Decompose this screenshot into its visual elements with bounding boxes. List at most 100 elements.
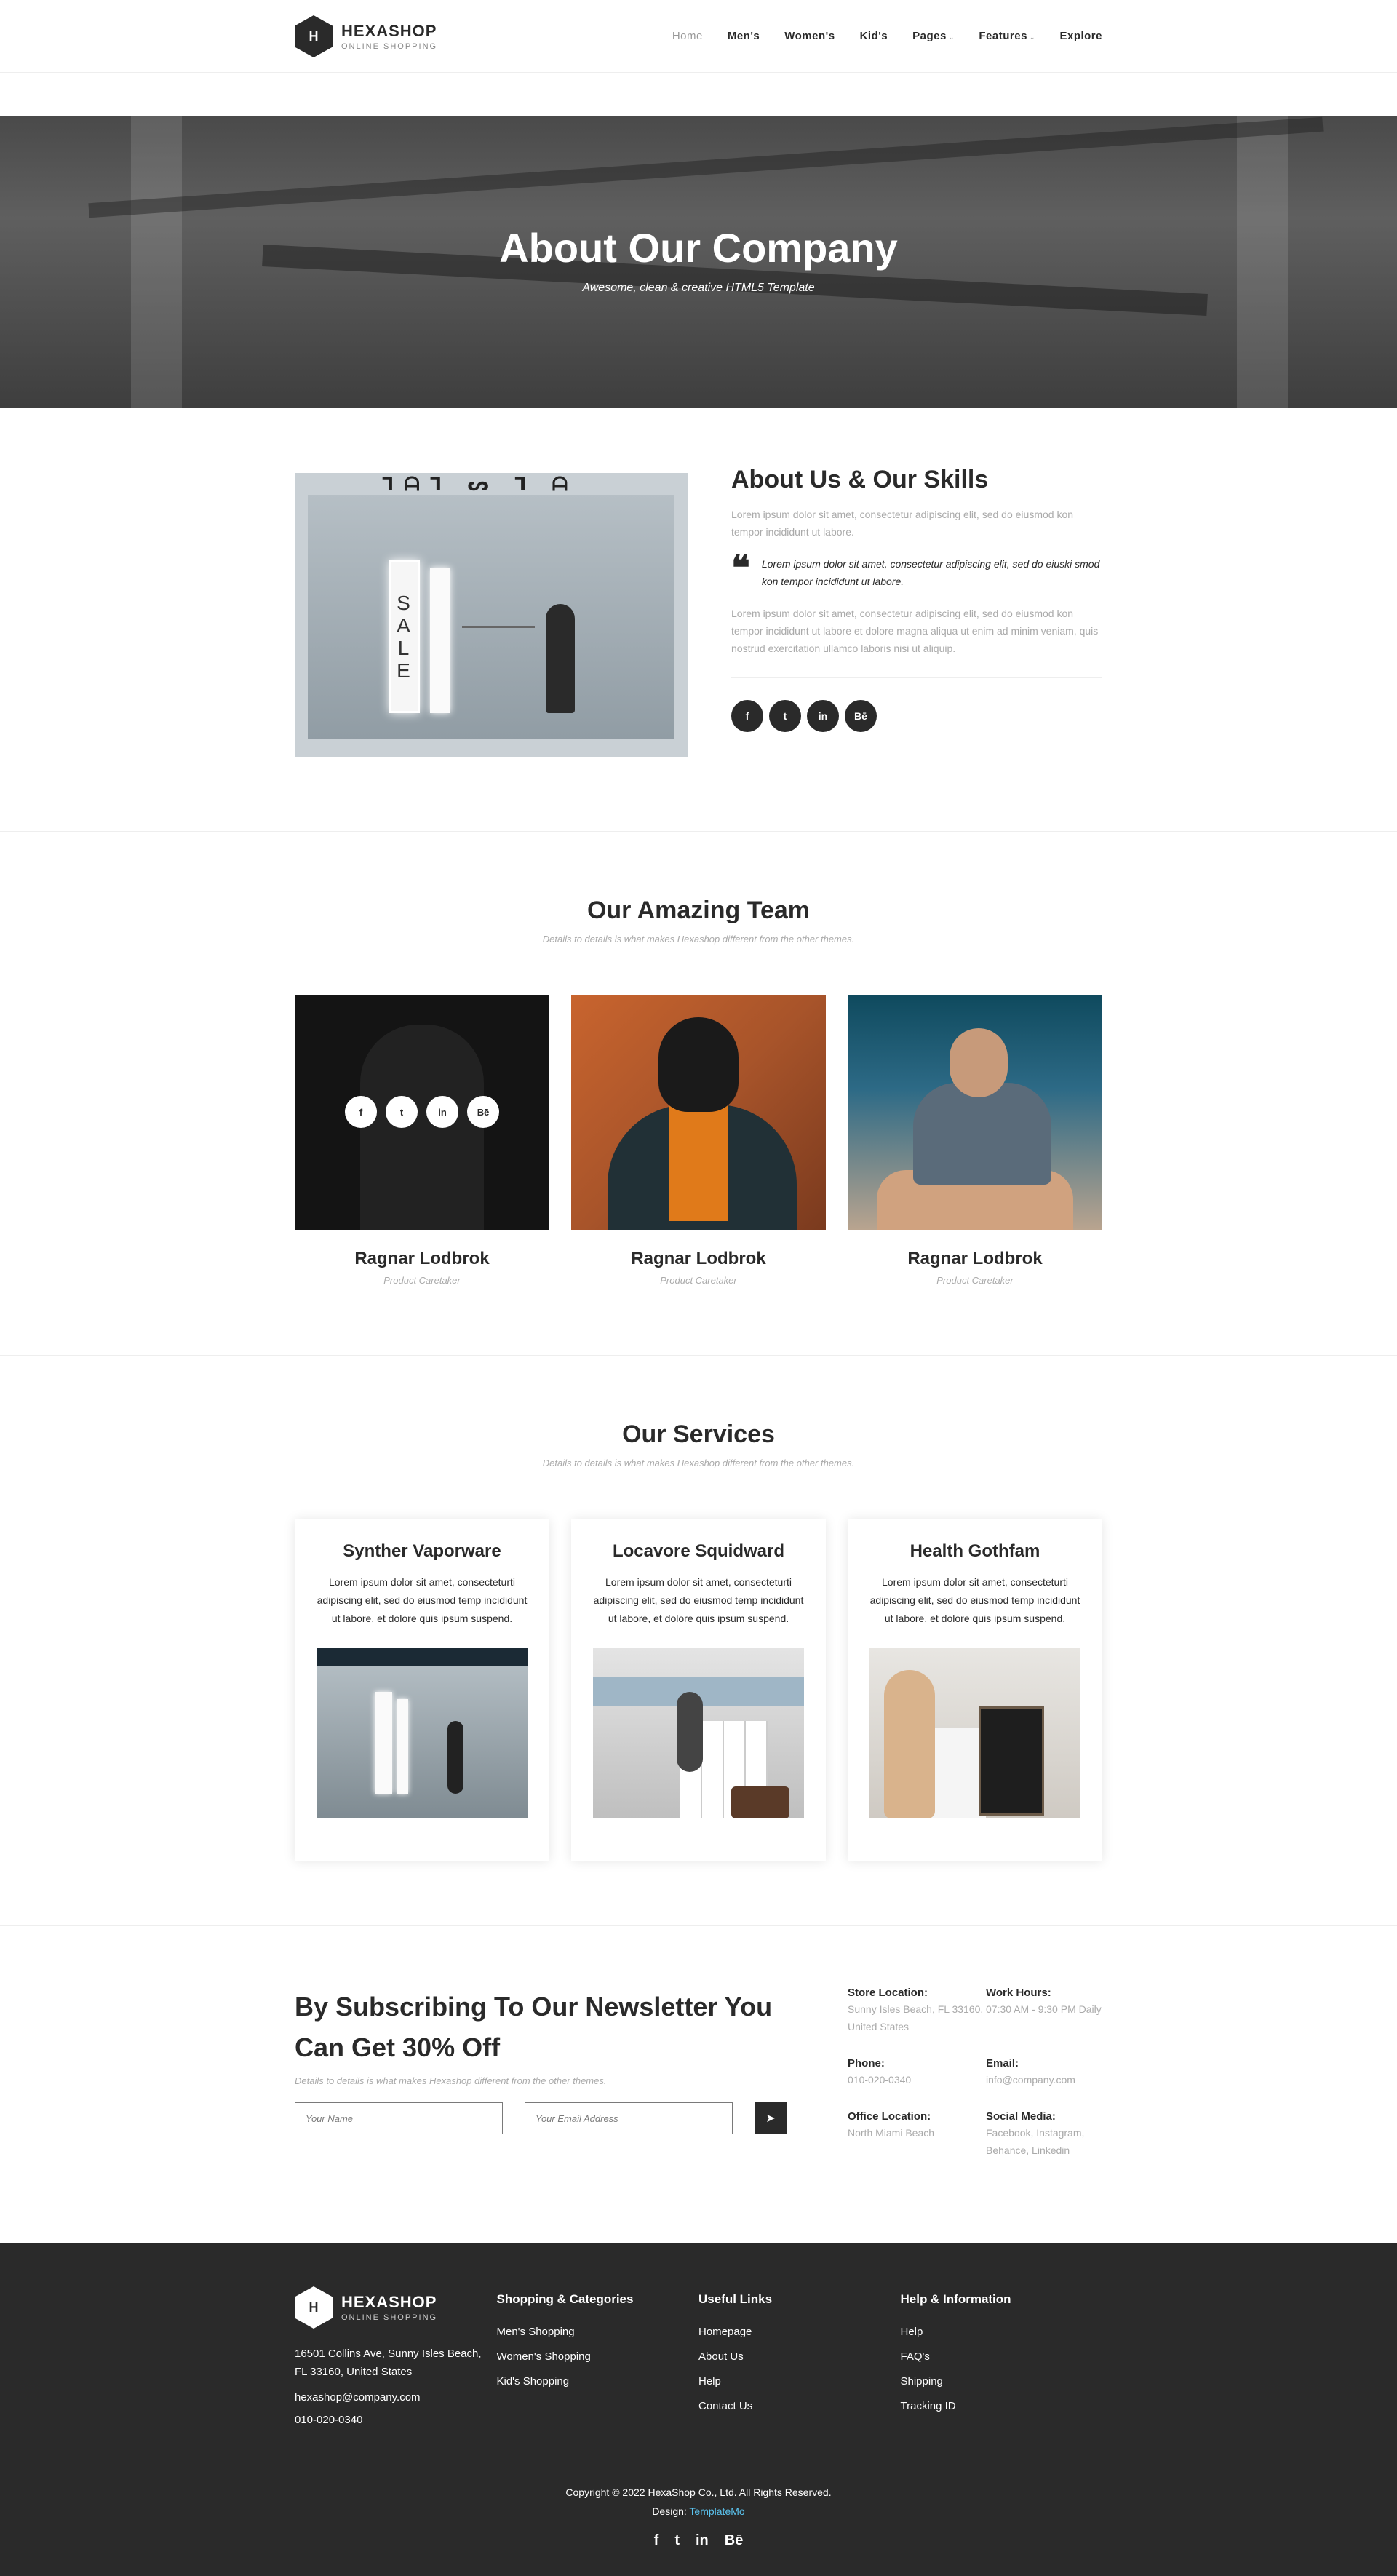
linkedin-icon[interactable]: in xyxy=(426,1096,458,1128)
site-footer: H HEXASHOP ONLINE SHOPPING 16501 Collins… xyxy=(0,2243,1397,2576)
team-member-photo xyxy=(571,995,826,1230)
about-social-links: f t in Bē xyxy=(731,700,1102,732)
team-member-photo xyxy=(848,995,1102,1230)
footer-link[interactable]: Help xyxy=(698,2369,901,2394)
nav-pages[interactable]: Pages xyxy=(912,30,947,42)
facebook-icon[interactable]: f xyxy=(654,2532,659,2549)
member-name: Ragnar Lodbrok xyxy=(907,1249,1043,1268)
main-nav: Home Men's Women's Kid's Pages ⌄ Features… xyxy=(672,30,1102,43)
service-title: Locavore Squidward xyxy=(612,1541,785,1561)
newsletter-section: By Subscribing To Our Newsletter You Can… xyxy=(295,1987,1102,2156)
twitter-icon[interactable]: t xyxy=(386,1096,418,1128)
service-card: Locavore Squidward Lorem ipsum dolor sit… xyxy=(571,1519,826,1861)
brand-tagline: ONLINE SHOPPING xyxy=(341,42,438,51)
nav-features-wrap[interactable]: Features ⌄ xyxy=(979,30,1035,43)
team-subtitle: Details to details is what makes Hexasho… xyxy=(542,934,855,945)
team-member-card[interactable]: f t in Bē Ragnar Lodbrok Product Caretak… xyxy=(295,995,549,1286)
hero-banner: About Our Company Awesome, clean & creat… xyxy=(0,116,1397,408)
about-section: ᒣᗩᒣ ᔕ ᒣ ᗩ SALE About Us & Our Skills Lor… xyxy=(295,466,1102,757)
store-location-value: Sunny Isles Beach, FL 33160, United Stat… xyxy=(848,2003,984,2032)
nav-features[interactable]: Features xyxy=(979,30,1027,42)
behance-icon[interactable]: Bē xyxy=(467,1096,499,1128)
member-social-overlay: f t in Bē xyxy=(295,1096,549,1128)
work-hours-value: 07:30 AM - 9:30 PM Daily xyxy=(986,2003,1102,2015)
about-title: About Us & Our Skills xyxy=(731,466,989,493)
phone-label: Phone: xyxy=(848,2057,885,2070)
footer-logo[interactable]: H HEXASHOP ONLINE SHOPPING xyxy=(295,2286,497,2329)
sale-sign: SALE xyxy=(389,560,420,713)
logo[interactable]: H HEXASHOP ONLINE SHOPPING xyxy=(295,15,437,57)
behance-icon[interactable]: Bē xyxy=(845,700,877,732)
nav-mens[interactable]: Men's xyxy=(728,30,760,43)
social-media-value: Facebook, Instagram, Behance, Linkedin xyxy=(986,2127,1085,2156)
social-media-label: Social Media: xyxy=(986,2110,1056,2123)
nav-pages-wrap[interactable]: Pages ⌄ xyxy=(912,30,954,43)
nav-explore[interactable]: Explore xyxy=(1059,30,1102,43)
member-role: Product Caretaker xyxy=(660,1275,737,1286)
footer-link[interactable]: About Us xyxy=(698,2345,901,2369)
footer-link[interactable]: Contact Us xyxy=(698,2394,901,2419)
divider xyxy=(731,677,1102,678)
name-input[interactable] xyxy=(295,2102,503,2134)
footer-link[interactable]: Homepage xyxy=(698,2320,901,2345)
footer-shopping-col: Shopping & Categories Men's Shopping Wom… xyxy=(497,2286,699,2426)
email-input[interactable] xyxy=(525,2102,733,2134)
footer-col-title: Shopping & Categories xyxy=(496,2292,634,2306)
store-location-label: Store Location: xyxy=(848,1987,928,1999)
paper-plane-icon: ➤ xyxy=(765,2112,776,2125)
nav-home[interactable]: Home xyxy=(672,30,703,43)
team-member-card[interactable]: Ragnar Lodbrok Product Caretaker xyxy=(571,995,826,1286)
footer-link[interactable]: Shipping xyxy=(901,2369,1103,2394)
footer-link[interactable]: FAQ's xyxy=(901,2345,1103,2369)
footer-brand-col: H HEXASHOP ONLINE SHOPPING 16501 Collins… xyxy=(295,2286,497,2426)
about-store-image: ᒣᗩᒣ ᔕ ᒣ ᗩ SALE xyxy=(295,466,688,757)
newsletter-title: By Subscribing To Our Newsletter You Can… xyxy=(295,1992,773,2062)
footer-link[interactable]: Kid's Shopping xyxy=(497,2369,699,2394)
linkedin-icon[interactable]: in xyxy=(807,700,839,732)
team-member-card[interactable]: Ragnar Lodbrok Product Caretaker xyxy=(848,995,1102,1286)
footer-link[interactable]: Men's Shopping xyxy=(497,2320,699,2345)
nav-womens[interactable]: Women's xyxy=(784,30,835,43)
service-image xyxy=(869,1648,1080,1818)
chevron-down-icon: ⌄ xyxy=(1029,33,1035,41)
brand-name: HEXASHOP xyxy=(341,2293,437,2311)
hexagon-logo-icon: H xyxy=(295,15,333,57)
service-image xyxy=(593,1648,804,1818)
quote-text: Lorem ipsum dolor sit amet, consectetur … xyxy=(761,558,1100,587)
footer-col-title: Help & Information xyxy=(900,2292,1011,2306)
nav-kids[interactable]: Kid's xyxy=(860,30,888,43)
facebook-icon[interactable]: f xyxy=(345,1096,377,1128)
service-text: Lorem ipsum dolor sit amet, consecteturt… xyxy=(869,1576,1080,1624)
hexagon-logo-icon: H xyxy=(295,2286,333,2329)
footer-help-col: Help & Information Help FAQ's Shipping T… xyxy=(901,2286,1103,2426)
design-label: Design: xyxy=(652,2505,687,2517)
send-button[interactable]: ➤ xyxy=(755,2102,787,2134)
footer-link[interactable]: Tracking ID xyxy=(901,2394,1103,2419)
team-member-photo: f t in Bē xyxy=(295,995,549,1230)
linkedin-icon[interactable]: in xyxy=(696,2532,709,2549)
twitter-icon[interactable]: t xyxy=(769,700,801,732)
hero-subtitle: Awesome, clean & creative HTML5 Template xyxy=(582,282,815,294)
services-title: Our Services xyxy=(622,1420,775,1448)
service-card: Synther Vaporware Lorem ipsum dolor sit … xyxy=(295,1519,549,1861)
footer-address: 16501 Collins Ave, Sunny Isles Beach, FL… xyxy=(295,2348,482,2378)
service-image xyxy=(317,1648,528,1818)
chevron-down-icon: ⌄ xyxy=(948,33,955,41)
footer-link[interactable]: Help xyxy=(901,2320,1103,2345)
service-title: Synther Vaporware xyxy=(343,1541,501,1561)
team-title: Our Amazing Team xyxy=(586,897,811,924)
designer-link[interactable]: TemplateMo xyxy=(689,2505,744,2517)
about-paragraph-2: Lorem ipsum dolor sit amet, consectetur … xyxy=(731,608,1099,654)
footer-email[interactable]: hexashop@company.com xyxy=(295,2391,497,2404)
behance-icon[interactable]: Bē xyxy=(725,2532,744,2549)
footer-link[interactable]: Women's Shopping xyxy=(497,2345,699,2369)
team-grid: f t in Bē Ragnar Lodbrok Product Caretak… xyxy=(295,995,1102,1286)
footer-phone: 010-020-0340 xyxy=(295,2414,363,2426)
contact-info: Store Location: Sunny Isles Beach, FL 331… xyxy=(848,1987,1102,2159)
about-paragraph: Lorem ipsum dolor sit amet, consectetur … xyxy=(731,509,1074,538)
twitter-icon[interactable]: t xyxy=(674,2532,680,2549)
facebook-icon[interactable]: f xyxy=(731,700,763,732)
office-location-value: North Miami Beach xyxy=(848,2127,935,2139)
footer-col-title: Useful Links xyxy=(698,2292,773,2306)
brand-name: HEXASHOP xyxy=(341,22,437,40)
